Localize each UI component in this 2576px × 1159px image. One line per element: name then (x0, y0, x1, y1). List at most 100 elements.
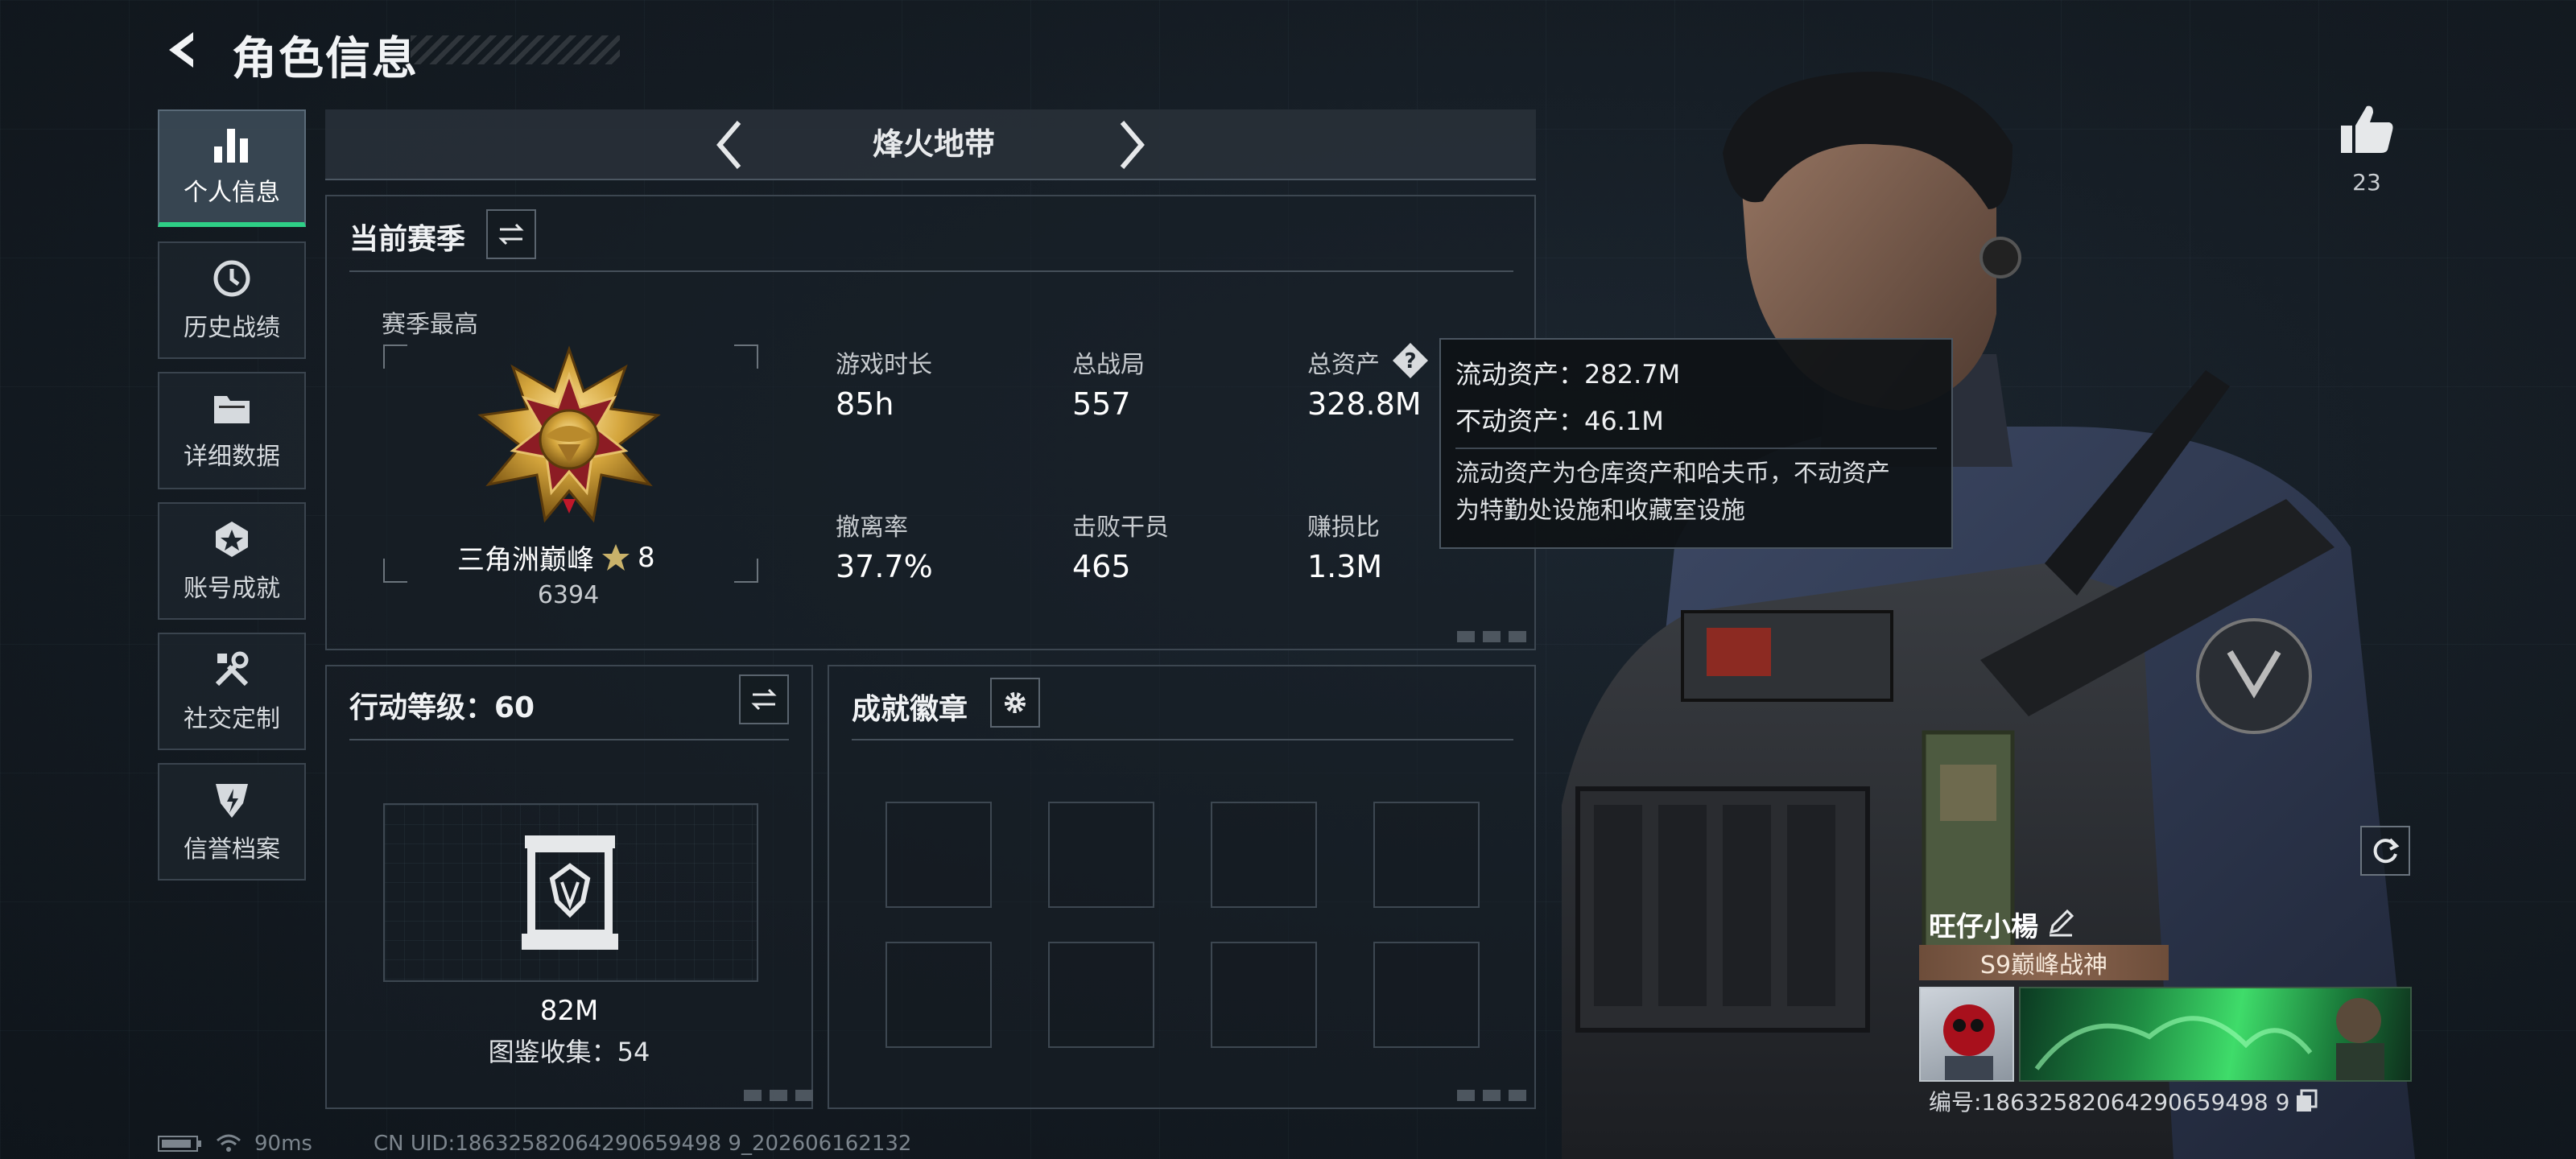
player-serial: 编号:18632582064290659498 9 (1929, 1085, 2318, 1117)
season-switch-button[interactable] (486, 209, 536, 259)
avatar[interactable] (1919, 987, 2014, 1082)
rank-name: 三角洲巅峰 (457, 544, 594, 576)
stat-label-total-assets: 总资产 (1307, 351, 1380, 379)
player-name: 旺仔小楊 (1929, 911, 2038, 943)
like-button[interactable] (2339, 103, 2396, 159)
mode-title: 烽火地带 (872, 126, 995, 162)
badge-slot[interactable] (1211, 802, 1317, 908)
sidebar-item-label: 个人信息 (184, 179, 280, 207)
sidebar-item-achievements[interactable]: 账号成就 (158, 502, 306, 620)
tooltip-liquid-assets: 流动资产：282.7M (1455, 359, 1681, 390)
svg-text:?: ? (1404, 349, 1416, 373)
refresh-icon (2373, 838, 2400, 864)
action-level-title: 行动等级：60 (349, 691, 535, 724)
chevron-left-icon (716, 121, 741, 169)
rank-score: 6394 (537, 581, 600, 609)
panel-decoration (1457, 631, 1530, 642)
collection-case-icon (520, 834, 620, 955)
tooltip-fixed-assets: 不动资产：46.1M (1455, 406, 1664, 436)
stat-label-extract-rate: 撤离率 (836, 514, 908, 542)
sidebar-item-history[interactable]: 历史战绩 (158, 241, 306, 359)
gear-icon (1005, 692, 1026, 713)
edit-name-button[interactable] (2046, 908, 2075, 940)
title-decoration (411, 35, 620, 64)
stat-value-extract-rate: 37.7% (836, 549, 933, 584)
credit-shield-icon (216, 784, 248, 818)
assets-tooltip: 流动资产：282.7M 不动资产：46.1M 流动资产为仓库资产和哈夫币，不动资… (1439, 338, 1953, 549)
sidebar-item-social[interactable]: 社交定制 (158, 633, 306, 750)
profile-banner[interactable] (2019, 987, 2412, 1082)
sidebar-item-detailed-data[interactable]: 详细数据 (158, 372, 306, 489)
stat-value-profit-ratio: 1.3M (1307, 549, 1383, 584)
refresh-button[interactable] (2360, 826, 2410, 876)
chevron-right-icon (1120, 121, 1145, 169)
help-icon[interactable]: ? (1391, 341, 1430, 383)
battery-icon (158, 1136, 201, 1152)
wifi-icon (217, 1134, 241, 1152)
badge-slot[interactable] (1048, 802, 1154, 908)
prev-mode-button[interactable] (705, 114, 753, 175)
tools-icon (215, 651, 249, 687)
pencil-icon (2049, 909, 2074, 937)
divider (349, 270, 1513, 272)
badges-title: 成就徽章 (852, 693, 968, 726)
star-icon (602, 543, 630, 571)
badge-slot[interactable] (1211, 942, 1317, 1048)
frame-corner (383, 344, 407, 369)
bar-chart-icon (214, 129, 248, 163)
collection-value: 82M (539, 995, 599, 1027)
player-serial-text: 编号:18632582064290659498 9 (1929, 1089, 2290, 1116)
sidebar-item-label: 历史战绩 (184, 314, 280, 342)
action-level-switch-button[interactable] (739, 674, 789, 724)
copy-icon[interactable] (2294, 1089, 2318, 1113)
stat-value-playtime: 85h (836, 386, 894, 422)
status-bar: 90ms CN UID:18632582064290659498 9_20260… (158, 1132, 911, 1156)
season-panel-title: 当前赛季 (349, 223, 466, 256)
divider (852, 739, 1513, 740)
player-title-plate: S9巅峰战神 (1919, 945, 2169, 980)
back-button[interactable] (158, 24, 209, 76)
badge-slot[interactable] (1048, 942, 1154, 1048)
frame-corner (734, 559, 758, 583)
page-title: 角色信息 (232, 33, 419, 85)
stat-label-kills: 击败干员 (1072, 514, 1169, 542)
uid-text: CN UID:18632582064290659498 9_2026061621… (373, 1132, 912, 1156)
badges-settings-button[interactable] (990, 678, 1040, 728)
ping-value: 90ms (254, 1132, 312, 1156)
tooltip-divider (1455, 448, 1937, 449)
stat-value-kills: 465 (1072, 549, 1131, 584)
panel-decoration (744, 1090, 816, 1101)
sidebar-item-credit[interactable]: 信誉档案 (158, 763, 306, 881)
folder-icon (214, 396, 250, 423)
divider (349, 739, 789, 740)
stat-value-total-assets: 328.8M (1307, 386, 1422, 422)
next-mode-button[interactable] (1108, 114, 1156, 175)
stat-value-matches: 557 (1072, 386, 1131, 422)
panel-decoration (1457, 1090, 1530, 1101)
rank-stars: 8 (638, 541, 655, 574)
thumbs-up-icon (2341, 105, 2393, 153)
tooltip-desc-line2: 为特勤处设施和收藏室设施 (1455, 497, 1745, 525)
rank-info: 三角洲巅峰 8 (457, 538, 655, 577)
frame-corner (734, 344, 758, 369)
tooltip-desc-line1: 流动资产为仓库资产和哈夫币，不动资产 (1455, 460, 1890, 488)
stat-label-profit-ratio: 赚损比 (1307, 514, 1380, 542)
badge-slot[interactable] (886, 942, 992, 1048)
sidebar-item-label: 信誉档案 (184, 835, 280, 864)
back-arrow-icon (169, 32, 193, 68)
sidebar-item-label: 账号成就 (184, 575, 280, 603)
history-clock-icon (213, 260, 250, 297)
achievement-star-icon (216, 522, 248, 557)
swap-arrows-icon (498, 223, 524, 245)
sidebar-item-personal-info[interactable]: 个人信息 (158, 109, 306, 227)
stat-label-matches: 总战局 (1072, 351, 1145, 379)
collection-count: 图鉴收集：54 (488, 1037, 650, 1067)
badge-slot[interactable] (1373, 802, 1480, 908)
like-count: 23 (2352, 169, 2381, 196)
badge-slot[interactable] (1373, 942, 1480, 1048)
swap-arrows-icon (751, 688, 777, 711)
badge-slot[interactable] (886, 802, 992, 908)
season-best-label: 赛季最高 (382, 311, 478, 339)
stat-label-playtime: 游戏时长 (836, 351, 932, 379)
rank-emblem-icon (467, 343, 671, 547)
